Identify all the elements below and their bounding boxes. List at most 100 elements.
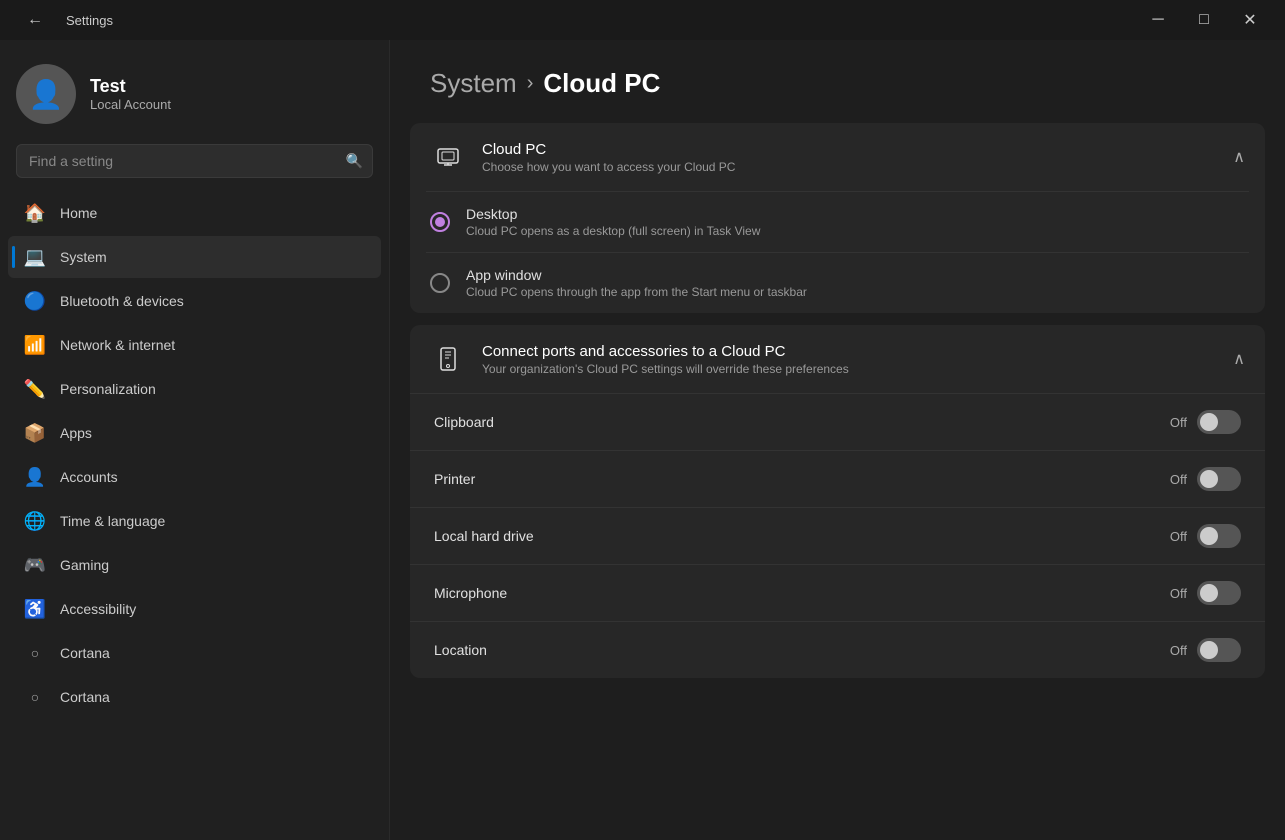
sidebar-item-system[interactable]: 💻 System: [8, 236, 381, 278]
maximize-icon: □: [1199, 11, 1209, 29]
app-window-radio-option[interactable]: App window Cloud PC opens through the ap…: [410, 253, 1265, 313]
sidebar-item-label: Accounts: [60, 469, 118, 485]
sidebar-nav: 🏠 Home 💻 System 🔵 Bluetooth & devices 📶 …: [0, 190, 389, 840]
sidebar-item-network[interactable]: 📶 Network & internet: [8, 324, 381, 366]
cortana1-icon: ○: [24, 642, 46, 664]
sidebar-item-time[interactable]: 🌐 Time & language: [8, 500, 381, 542]
sidebar-item-label: Time & language: [60, 513, 165, 529]
profile-name: Test: [90, 76, 171, 97]
window-controls: ─ □ ✕: [1135, 0, 1273, 40]
back-icon: ←: [27, 11, 43, 29]
location-toggle[interactable]: [1197, 638, 1241, 662]
app-container: 👤 Test Local Account 🔍 🏠 Home 💻 System: [0, 40, 1285, 840]
accessibility-icon: ♿: [24, 598, 46, 620]
clipboard-row: Clipboard Off: [410, 393, 1265, 450]
clipboard-status: Off: [1170, 415, 1187, 430]
breadcrumb-current: Cloud PC: [543, 68, 660, 99]
desktop-option-desc: Cloud PC opens as a desktop (full screen…: [466, 224, 760, 238]
sidebar-item-label: Accessibility: [60, 601, 136, 617]
cloud-pc-section-header[interactable]: Cloud PC Choose how you want to access y…: [410, 123, 1265, 191]
location-row: Location Off: [410, 621, 1265, 678]
connect-ports-title: Connect ports and accessories to a Cloud…: [482, 343, 849, 360]
system-icon: 💻: [24, 246, 46, 268]
app-window-option-title: App window: [466, 267, 807, 283]
sidebar-item-label: Apps: [60, 425, 92, 441]
apps-icon: 📦: [24, 422, 46, 444]
user-profile: 👤 Test Local Account: [0, 40, 389, 144]
sidebar-item-cortana1[interactable]: ○ Cortana: [8, 632, 381, 674]
time-icon: 🌐: [24, 510, 46, 532]
section-header-left: Connect ports and accessories to a Cloud…: [430, 341, 849, 377]
app-window-option-desc: Cloud PC opens through the app from the …: [466, 285, 807, 299]
bluetooth-icon: 🔵: [24, 290, 46, 312]
close-icon: ✕: [1243, 10, 1256, 30]
gaming-icon: 🎮: [24, 554, 46, 576]
accounts-icon: 👤: [24, 466, 46, 488]
maximize-button[interactable]: □: [1181, 0, 1227, 40]
printer-status: Off: [1170, 472, 1187, 487]
cortana2-icon: ○: [24, 686, 46, 708]
profile-subtitle: Local Account: [90, 97, 171, 112]
sidebar-item-accessibility[interactable]: ♿ Accessibility: [8, 588, 381, 630]
sidebar-item-label: Cortana: [60, 689, 110, 705]
cloud-pc-title: Cloud PC: [482, 141, 735, 158]
breadcrumb-separator: ›: [527, 72, 534, 95]
profile-info: Test Local Account: [90, 76, 171, 112]
desktop-radio-option[interactable]: Desktop Cloud PC opens as a desktop (ful…: [410, 192, 1265, 252]
minimize-button[interactable]: ─: [1135, 0, 1181, 40]
sidebar-item-label: Gaming: [60, 557, 109, 573]
breadcrumb-parent: System: [430, 68, 517, 99]
desktop-option-title: Desktop: [466, 206, 760, 222]
printer-label: Printer: [434, 471, 475, 487]
sidebar-item-label: Cortana: [60, 645, 110, 661]
printer-row: Printer Off: [410, 450, 1265, 507]
sidebar-item-personalization[interactable]: ✏️ Personalization: [8, 368, 381, 410]
sidebar-item-gaming[interactable]: 🎮 Gaming: [8, 544, 381, 586]
sidebar-item-label: Network & internet: [60, 337, 175, 353]
home-icon: 🏠: [24, 202, 46, 224]
avatar: 👤: [16, 64, 76, 124]
sidebar-item-label: System: [60, 249, 107, 265]
microphone-row: Microphone Off: [410, 564, 1265, 621]
local-hard-drive-toggle[interactable]: [1197, 524, 1241, 548]
connect-ports-section: Connect ports and accessories to a Cloud…: [410, 325, 1265, 678]
close-button[interactable]: ✕: [1227, 0, 1273, 40]
personalization-icon: ✏️: [24, 378, 46, 400]
avatar-icon: 👤: [29, 78, 64, 111]
printer-toggle[interactable]: [1197, 467, 1241, 491]
cloud-pc-icon: [430, 139, 466, 175]
microphone-status: Off: [1170, 586, 1187, 601]
sidebar-item-bluetooth[interactable]: 🔵 Bluetooth & devices: [8, 280, 381, 322]
back-button[interactable]: ←: [12, 0, 58, 40]
location-label: Location: [434, 642, 487, 658]
clipboard-toggle[interactable]: [1197, 410, 1241, 434]
titlebar-left: ← Settings: [12, 0, 113, 40]
minimize-icon: ─: [1152, 11, 1163, 29]
titlebar: ← Settings ─ □ ✕: [0, 0, 1285, 40]
search-input[interactable]: [16, 144, 373, 178]
cloud-pc-subtitle: Choose how you want to access your Cloud…: [482, 160, 735, 174]
search-box: 🔍: [16, 144, 373, 178]
microphone-toggle[interactable]: [1197, 581, 1241, 605]
connect-ports-header[interactable]: Connect ports and accessories to a Cloud…: [410, 325, 1265, 393]
app-window-radio-button[interactable]: [430, 273, 450, 293]
clipboard-label: Clipboard: [434, 414, 494, 430]
sidebar-item-home[interactable]: 🏠 Home: [8, 192, 381, 234]
local-hard-drive-label: Local hard drive: [434, 528, 534, 544]
sidebar-item-cortana2[interactable]: ○ Cortana: [8, 676, 381, 718]
connect-ports-icon: [430, 341, 466, 377]
main-content: System › Cloud PC Cloud P: [390, 40, 1285, 840]
cloud-pc-section: Cloud PC Choose how you want to access y…: [410, 123, 1265, 313]
local-hard-drive-row: Local hard drive Off: [410, 507, 1265, 564]
section-header-left: Cloud PC Choose how you want to access y…: [430, 139, 735, 175]
search-icon: 🔍: [346, 153, 363, 170]
local-hard-drive-status: Off: [1170, 529, 1187, 544]
breadcrumb: System › Cloud PC: [390, 40, 1285, 123]
sidebar-item-label: Bluetooth & devices: [60, 293, 184, 309]
sidebar-item-apps[interactable]: 📦 Apps: [8, 412, 381, 454]
sidebar-item-label: Personalization: [60, 381, 156, 397]
desktop-radio-button[interactable]: [430, 212, 450, 232]
microphone-label: Microphone: [434, 585, 507, 601]
sidebar-item-accounts[interactable]: 👤 Accounts: [8, 456, 381, 498]
sidebar: 👤 Test Local Account 🔍 🏠 Home 💻 System: [0, 40, 390, 840]
